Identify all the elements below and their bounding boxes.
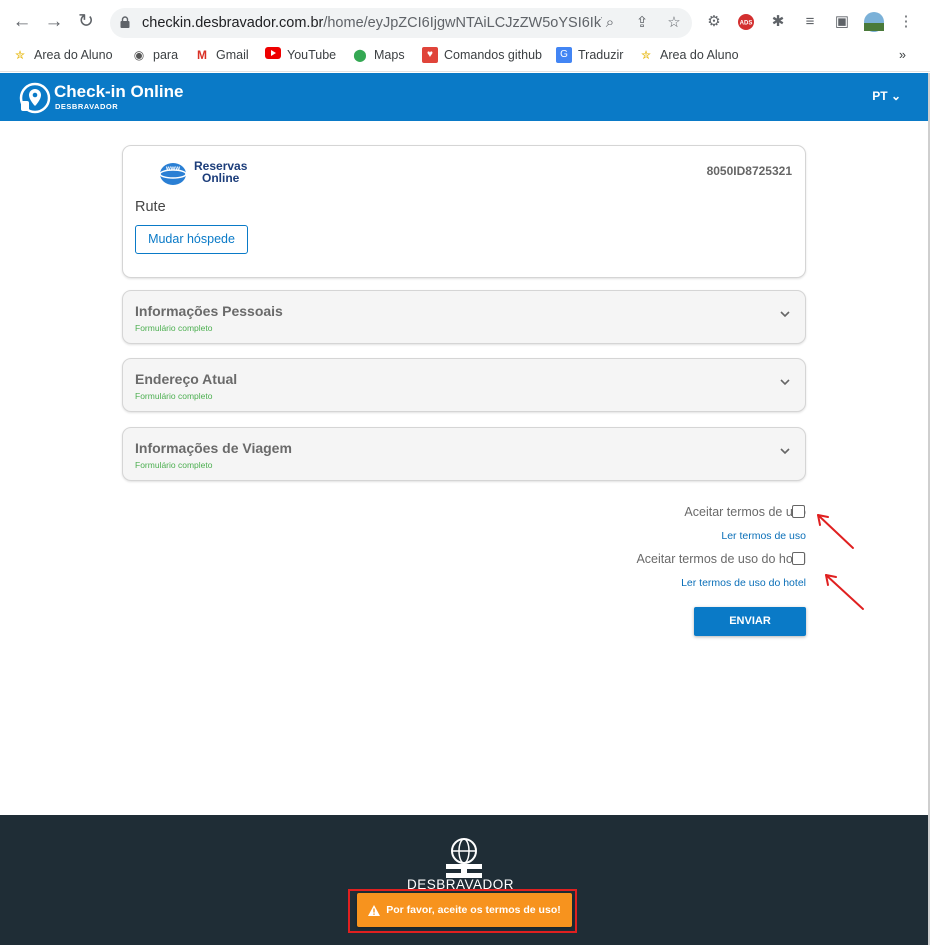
profile-avatar[interactable]: [862, 10, 886, 34]
section-status: Formulário completo: [135, 460, 213, 470]
star-icon: ✮: [640, 48, 652, 62]
bookmark-item[interactable]: YouTube: [265, 45, 336, 65]
toast-message: Por favor, aceite os termos de uso!: [386, 904, 561, 916]
translate-icon: G: [556, 47, 572, 63]
reservation-code: 8050ID8725321: [706, 164, 792, 178]
gmail-icon: M: [197, 48, 207, 62]
chevron-down-icon: [780, 448, 790, 455]
bookmark-item[interactable]: M Gmail: [194, 45, 249, 65]
address-bar[interactable]: checkin.desbravador.com.br/home/eyJpZCI6…: [110, 8, 692, 38]
warning-icon: [368, 904, 381, 916]
bookmark-item[interactable]: ◉ para: [131, 45, 178, 65]
accept-terms-label: Aceitar termos de uso: [684, 505, 806, 519]
reload-icon[interactable]: ↻: [72, 8, 100, 36]
svg-text:ADS: ADS: [740, 21, 753, 27]
section-title: Informações Pessoais: [135, 303, 283, 319]
browser-chrome: ← → ↻ checkin.desbravador.com.br/home/ey…: [0, 0, 930, 72]
read-terms-link[interactable]: Ler termos de uso: [721, 530, 806, 542]
zoom-icon[interactable]: ⌕: [600, 13, 620, 33]
logo-text: Online: [202, 171, 240, 185]
forward-icon[interactable]: →: [40, 8, 68, 36]
guest-name: Rute: [135, 199, 166, 215]
section-personal-info[interactable]: Informações Pessoais Formulário completo: [122, 290, 806, 344]
reservation-card: www Reservas Online 8050ID8725321 Rute Mu…: [122, 145, 806, 278]
section-title: Informações de Viagem: [135, 440, 292, 456]
read-hotel-terms-link[interactable]: Ler termos de uso do hotel: [681, 577, 806, 589]
lock-icon: [120, 16, 130, 28]
accept-hotel-terms-label: Aceitar termos de uso do hotel: [636, 552, 806, 566]
reservas-online-logo: www Reservas Online: [158, 158, 248, 186]
url-text: checkin.desbravador.com.br/home/eyJpZCI6…: [142, 15, 602, 31]
bookmark-star-icon[interactable]: ☆: [664, 13, 684, 33]
chevron-down-icon: [780, 311, 790, 318]
section-status: Formulário completo: [135, 323, 213, 333]
submit-button[interactable]: ENVIAR: [694, 607, 806, 636]
heart-icon: ♥: [422, 47, 438, 63]
accept-hotel-terms-checkbox[interactable]: [792, 552, 805, 565]
maps-icon: ⬤: [353, 48, 367, 62]
section-travel-info[interactable]: Informações de Viagem Formulário complet…: [122, 427, 806, 481]
bookmarks-bar: ✮ Area do Aluno ◉ para M Gmail YouTube ⬤ Map…: [0, 42, 930, 68]
bookmark-item[interactable]: ⬤ Maps: [352, 45, 404, 65]
annotation-arrows: [817, 514, 864, 610]
change-guest-button[interactable]: Mudar hóspede: [135, 225, 248, 254]
section-title: Endereço Atual: [135, 371, 238, 387]
app-title: Check-in Online: [54, 82, 184, 101]
app-subtitle: DESBRAVADOR: [55, 102, 119, 111]
accept-terms-checkbox[interactable]: [792, 505, 805, 518]
share-icon[interactable]: ⇪: [632, 13, 652, 33]
section-status: Formulário completo: [135, 391, 213, 401]
chevron-down-icon: [780, 379, 790, 386]
globe-icon: ◉: [133, 48, 145, 62]
app-header: Check-in Online DESBRAVADOR PT ⌄: [0, 73, 928, 121]
browser-toolbar: ← → ↻ checkin.desbravador.com.br/home/ey…: [0, 6, 930, 38]
menu-kebab-icon[interactable]: ⋮: [894, 10, 918, 34]
section-current-address[interactable]: Endereço Atual Formulário completo: [122, 358, 806, 412]
side-panel-icon[interactable]: ▣: [830, 10, 854, 34]
warning-toast[interactable]: Por favor, aceite os termos de uso!: [357, 893, 572, 927]
more-bookmarks-icon[interactable]: »: [899, 45, 906, 65]
adblock-icon[interactable]: ADS: [734, 10, 758, 34]
extension-settings-icon[interactable]: ⚙: [702, 10, 726, 34]
globe-icon: www: [159, 163, 187, 185]
bookmark-item[interactable]: G Traduzir: [556, 45, 623, 65]
extensions-puzzle-icon[interactable]: ✱: [766, 10, 790, 34]
back-icon[interactable]: ←: [8, 8, 36, 36]
bookmark-item[interactable]: ✮ Area do Aluno: [12, 45, 113, 65]
reading-list-icon[interactable]: ≡: [798, 10, 822, 34]
bookmark-item[interactable]: ✮ Area do Aluno: [638, 45, 739, 65]
youtube-icon: [265, 47, 281, 63]
language-selector[interactable]: PT ⌄: [872, 89, 901, 103]
svg-text:www: www: [165, 166, 180, 172]
star-icon: ✮: [14, 48, 26, 62]
chevron-down-icon: ⌄: [890, 89, 901, 103]
bookmark-item[interactable]: ♥ Comandos github: [422, 45, 542, 65]
checkin-logo-icon: [19, 82, 51, 114]
